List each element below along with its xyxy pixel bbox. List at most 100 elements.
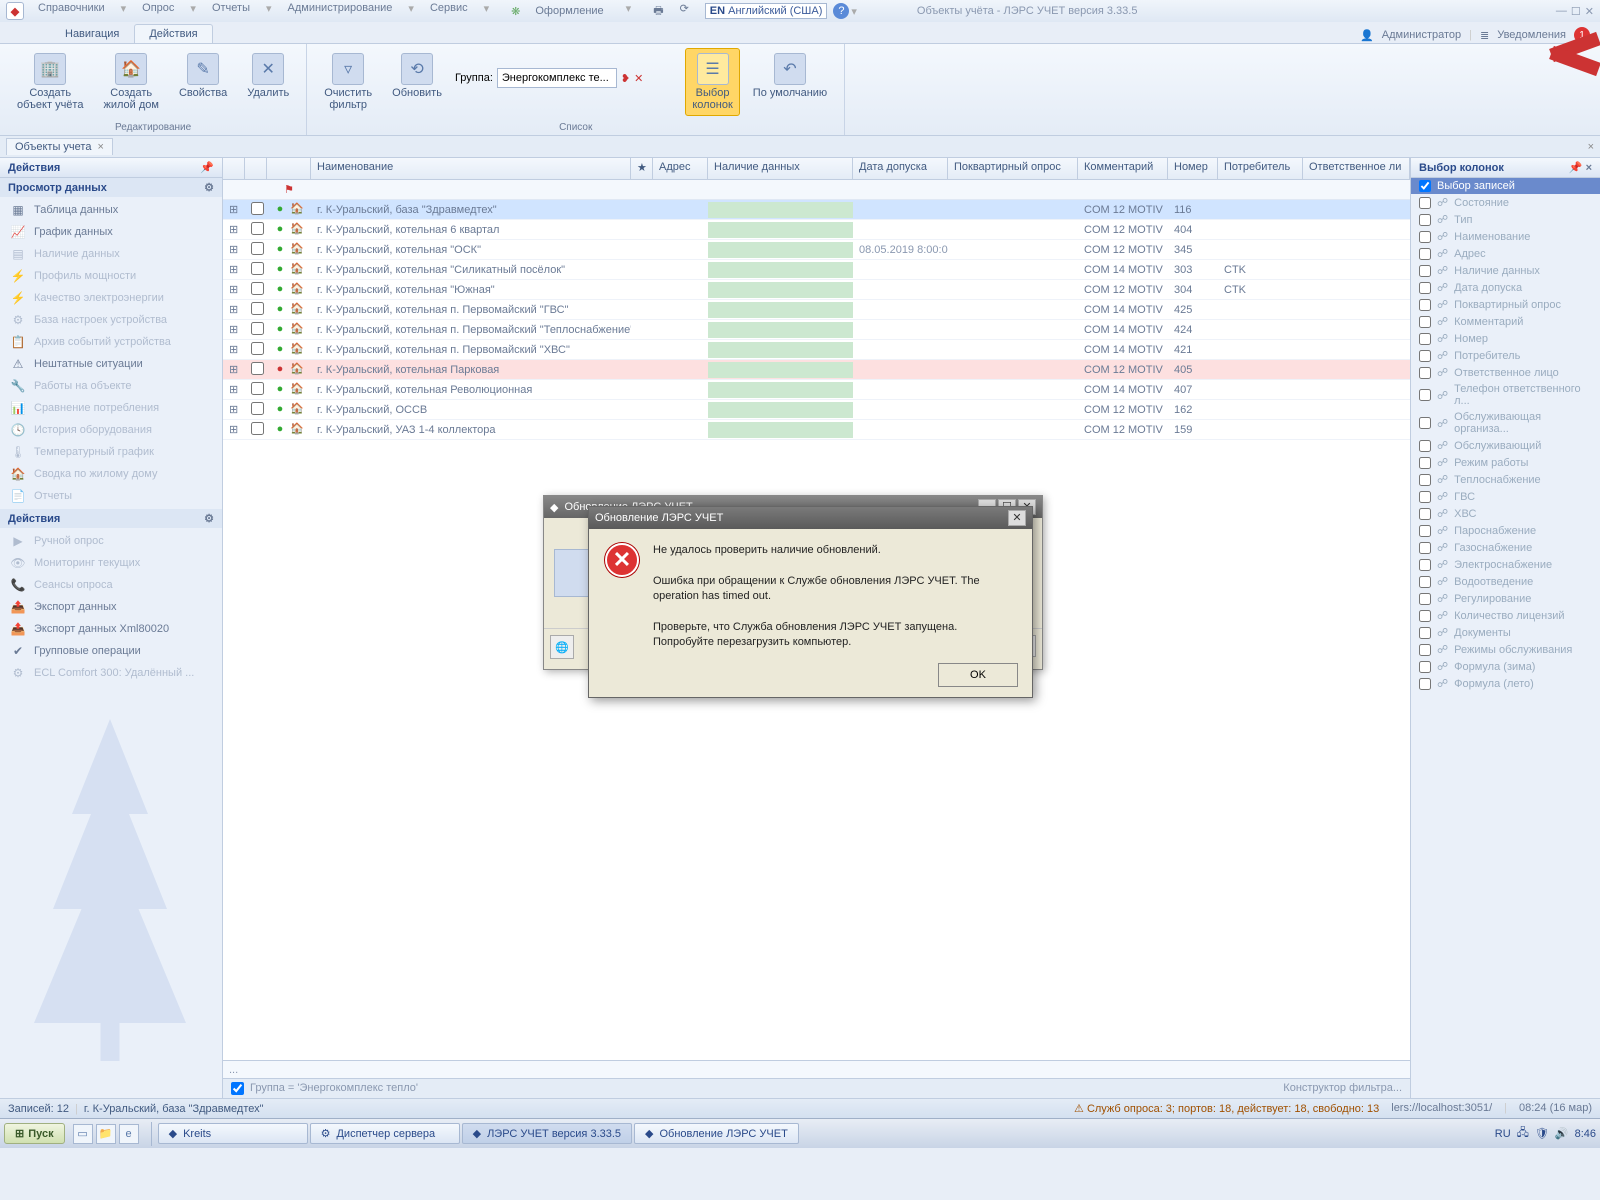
col-checkbox[interactable]	[1419, 644, 1431, 656]
table-row[interactable]: ⊞ ● 🏠 г. К-Уральский, база "Здравмедтех"…	[223, 200, 1410, 220]
col-address[interactable]: Адрес	[653, 158, 708, 179]
table-row[interactable]: ⊞ ● 🏠 г. К-Уральский, котельная п. Перво…	[223, 320, 1410, 340]
left-item[interactable]: ⚙База настроек устройства	[0, 309, 222, 331]
left-item[interactable]: 📋Архив событий устройства	[0, 331, 222, 353]
col-item[interactable]: ☍Водоотведение	[1411, 573, 1600, 590]
col-checkbox[interactable]	[1419, 678, 1431, 690]
left-item[interactable]: 📄Отчеты	[0, 485, 222, 507]
ql-desktop-icon[interactable]: ▭	[73, 1124, 93, 1144]
col-resp[interactable]: Ответственное ли	[1303, 158, 1410, 179]
expand-icon[interactable]: ⊞	[229, 304, 238, 316]
table-row[interactable]: ⊞ ● 🏠 г. К-Уральский, котельная Революци…	[223, 380, 1410, 400]
tab-navigation[interactable]: Навигация	[50, 24, 134, 43]
taskbar-button[interactable]: ◆ЛЭРС УЧЕТ версия 3.33.5	[462, 1123, 632, 1144]
col-consumer[interactable]: Потребитель	[1218, 158, 1303, 179]
col-checkbox[interactable]	[1419, 389, 1431, 401]
taskbar-button[interactable]: ◆Kreits	[158, 1123, 308, 1144]
row-checkbox[interactable]	[251, 202, 264, 215]
col-item-selection[interactable]: Выбор записей	[1411, 178, 1600, 194]
dialog-close-icon[interactable]: ✕	[1008, 510, 1026, 526]
col-item[interactable]: ☍Документы	[1411, 624, 1600, 641]
create-object-button[interactable]: 🏢Создать объект учёта	[10, 48, 90, 116]
filter-flag-icon[interactable]: ⚑	[284, 183, 294, 196]
pin-icon[interactable]: 📌 ×	[1569, 161, 1592, 174]
expand-icon[interactable]: ⊞	[229, 364, 238, 376]
col-checkbox[interactable]	[1419, 299, 1431, 311]
expand-icon[interactable]: ⊞	[229, 224, 238, 236]
col-checkbox[interactable]	[1419, 457, 1431, 469]
group-input[interactable]	[497, 68, 617, 88]
taskbar-button[interactable]: ⚙Диспетчер сервера	[310, 1123, 460, 1144]
col-item[interactable]: ☍Обслуживающая организа...	[1411, 409, 1600, 437]
gear-icon[interactable]: ⚙	[204, 181, 214, 194]
col-item[interactable]: ☍Электроснабжение	[1411, 556, 1600, 573]
col-item[interactable]: ☍Теплоснабжение	[1411, 471, 1600, 488]
expand-icon[interactable]: ⊞	[229, 404, 238, 416]
pin-icon[interactable]: 📌	[200, 161, 214, 174]
col-comment[interactable]: Комментарий	[1078, 158, 1168, 179]
refresh-icon[interactable]: ⟳	[674, 0, 695, 23]
left-section-actions[interactable]: Действия⚙	[0, 509, 222, 528]
col-item[interactable]: ☍Наличие данных	[1411, 262, 1600, 279]
clear-filter-button[interactable]: ▿Очистить фильтр	[317, 48, 379, 116]
table-row[interactable]: ⊞ ● 🏠 г. К-Уральский, котельная "Южная" …	[223, 280, 1410, 300]
col-item[interactable]: ☍Обслуживающий	[1411, 437, 1600, 454]
tray-vol-icon[interactable]: 🔊	[1555, 1127, 1569, 1140]
start-button[interactable]: ⊞Пуск	[4, 1123, 65, 1144]
col-checkbox[interactable]	[1419, 491, 1431, 503]
col-expander[interactable]	[223, 158, 245, 179]
left-section-view[interactable]: Просмотр данных⚙	[0, 178, 222, 197]
col-icons[interactable]	[267, 158, 311, 179]
col-checkbox[interactable]	[1419, 627, 1431, 639]
col-checkbox[interactable]	[1419, 610, 1431, 622]
col-num[interactable]: Номер	[1168, 158, 1218, 179]
col-data[interactable]: Наличие данных	[708, 158, 853, 179]
expand-icon[interactable]: ⊞	[229, 324, 238, 336]
col-date[interactable]: Дата допуска	[853, 158, 948, 179]
col-checkbox[interactable]	[1419, 661, 1431, 673]
col-item[interactable]: ☍Ответственное лицо	[1411, 364, 1600, 381]
left-item[interactable]: ✔Групповые операции	[0, 640, 222, 662]
left-item[interactable]: 🌡Температурный график	[0, 441, 222, 463]
col-checkbox[interactable]	[1419, 282, 1431, 294]
expand-icon[interactable]: ⊞	[229, 344, 238, 356]
menu-admin[interactable]: Администрирование	[282, 0, 399, 23]
row-checkbox[interactable]	[251, 342, 264, 355]
tray-shield-icon[interactable]: 🛡	[1535, 1127, 1549, 1140]
properties-button[interactable]: ✎Свойства	[172, 48, 234, 104]
col-checkbox[interactable]	[1419, 440, 1431, 452]
col-check[interactable]	[245, 158, 267, 179]
minimize-icon[interactable]: —	[1556, 5, 1567, 18]
row-checkbox[interactable]	[251, 322, 264, 335]
table-row[interactable]: ⊞ ● 🏠 г. К-Уральский, котельная "ОСК" 08…	[223, 240, 1410, 260]
ql-ie-icon[interactable]: e	[119, 1124, 139, 1144]
row-checkbox[interactable]	[251, 262, 264, 275]
left-item[interactable]: 🏠Сводка по жилому дому	[0, 463, 222, 485]
refresh-button[interactable]: ⟲Обновить	[385, 48, 449, 104]
expand-icon[interactable]: ⊞	[229, 264, 238, 276]
left-item[interactable]: 📞Сеансы опроса	[0, 574, 222, 596]
row-checkbox[interactable]	[251, 402, 264, 415]
print-icon[interactable]: 🖶	[647, 0, 669, 23]
menu-poll[interactable]: Опрос	[136, 0, 180, 23]
tray-net-icon[interactable]: 🖧	[1517, 1124, 1529, 1143]
help-icon[interactable]: ?	[833, 3, 849, 19]
col-item[interactable]: ☍Количество лицензий	[1411, 607, 1600, 624]
expand-icon[interactable]: ⊞	[229, 244, 238, 256]
col-checkbox[interactable]	[1419, 350, 1431, 362]
tabs-close-all-icon[interactable]: ×	[1588, 141, 1594, 153]
table-row[interactable]: ⊞ ● 🏠 г. К-Уральский, котельная Парковая…	[223, 360, 1410, 380]
left-item[interactable]: ▶Ручной опрос	[0, 530, 222, 552]
user-label[interactable]: Администратор	[1382, 29, 1461, 41]
menu-service[interactable]: Сервис	[424, 0, 474, 23]
column-select-button[interactable]: ☰Выбор колонок	[685, 48, 739, 116]
col-name[interactable]: Наименование	[311, 158, 631, 179]
expand-icon[interactable]: ⊞	[229, 284, 238, 296]
dropdown-icon[interactable]: ▾	[851, 5, 857, 18]
col-item[interactable]: ☍Формула (зима)	[1411, 658, 1600, 675]
left-item[interactable]: ⚡Качество электроэнергии	[0, 287, 222, 309]
col-item[interactable]: ☍Газоснабжение	[1411, 539, 1600, 556]
col-item[interactable]: ☍Поквартирный опрос	[1411, 296, 1600, 313]
ql-explorer-icon[interactable]: 📁	[96, 1124, 116, 1144]
left-item[interactable]: ▤Наличие данных	[0, 243, 222, 265]
